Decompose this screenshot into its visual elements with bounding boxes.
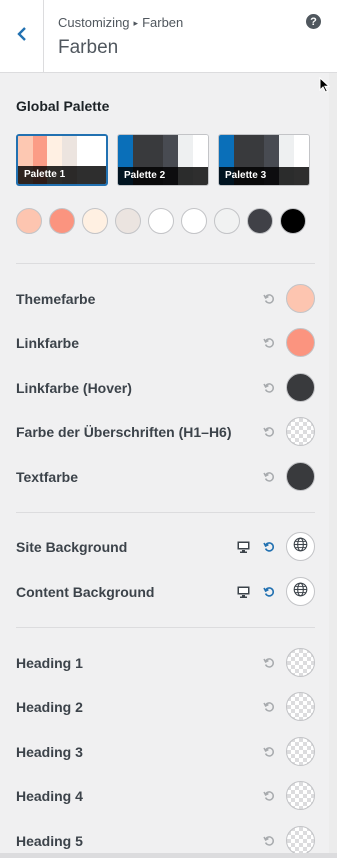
breadcrumb: Customizing ▸ Farben (58, 15, 183, 30)
palette-swatches (16, 208, 308, 235)
palette-swatch[interactable] (16, 208, 42, 234)
palette-swatch[interactable] (181, 208, 207, 234)
section-divider (16, 263, 315, 264)
palette-swatch[interactable] (214, 208, 240, 234)
color-picker-button[interactable] (286, 417, 315, 446)
color-label: Linkfarbe (16, 335, 80, 351)
reset-icon[interactable] (262, 656, 276, 670)
background-picker-button[interactable] (286, 577, 315, 606)
color-picker-button[interactable] (286, 692, 315, 721)
palette-label: Palette 2 (118, 167, 208, 185)
background-label: Content Background (16, 584, 155, 600)
background-label: Site Background (16, 539, 128, 555)
palette-options: Palette 1 Palette 2 Palette 3 (16, 134, 310, 186)
color-picker-button[interactable] (286, 328, 315, 357)
breadcrumb-current: Farben (142, 15, 184, 30)
section-divider (16, 627, 315, 628)
palette-option-2[interactable]: Palette 2 (117, 134, 209, 186)
heading-label: Heading 3 (16, 744, 83, 760)
back-button[interactable] (0, 0, 44, 73)
panel-title: Farben (58, 37, 119, 58)
global-palette-title: Global Palette (16, 98, 110, 114)
background-row-content: Content Background (0, 576, 337, 608)
scrollbar[interactable] (329, 73, 337, 858)
help-icon[interactable]: ? (306, 14, 321, 29)
color-picker-button[interactable] (286, 284, 315, 313)
globe-icon (293, 582, 308, 602)
mouse-cursor-icon (319, 76, 331, 98)
color-label: Themefarbe (16, 291, 96, 307)
background-picker-button[interactable] (286, 532, 315, 561)
breadcrumb-parent: Customizing (58, 15, 130, 30)
desktop-icon[interactable] (236, 585, 250, 599)
color-label: Linkfarbe (Hover) (16, 380, 132, 396)
reset-icon[interactable] (262, 336, 276, 350)
palette-swatch[interactable] (148, 208, 174, 234)
chevron-left-icon (16, 26, 28, 47)
color-picker-button[interactable] (286, 781, 315, 810)
palette-option-3[interactable]: Palette 3 (218, 134, 310, 186)
palette-swatch[interactable] (247, 208, 273, 234)
color-row-headings: Farbe der Überschriften (H1–H6) (0, 416, 337, 448)
reset-icon[interactable] (262, 470, 276, 484)
color-picker-button[interactable] (286, 373, 315, 402)
heading-label: Heading 4 (16, 788, 83, 804)
reset-icon[interactable] (262, 585, 276, 599)
palette-swatch[interactable] (115, 208, 141, 234)
heading-label: Heading 5 (16, 833, 83, 849)
color-picker-button[interactable] (286, 648, 315, 677)
background-row-site: Site Background (0, 531, 337, 563)
palette-option-1[interactable]: Palette 1 (16, 134, 108, 186)
reset-icon[interactable] (262, 834, 276, 848)
color-label: Textfarbe (16, 469, 78, 485)
reset-icon[interactable] (262, 700, 276, 714)
color-row-linkfarbe-hover: Linkfarbe (Hover) (0, 372, 337, 404)
footer-edge (0, 853, 337, 858)
color-row-textfarbe: Textfarbe (0, 461, 337, 493)
reset-icon[interactable] (262, 745, 276, 759)
heading-row-2: Heading 2 (0, 691, 337, 723)
desktop-icon[interactable] (236, 540, 250, 554)
palette-label: Palette 3 (219, 167, 309, 185)
heading-label: Heading 2 (16, 699, 83, 715)
reset-icon[interactable] (262, 789, 276, 803)
color-label: Farbe der Überschriften (H1–H6) (16, 424, 232, 440)
palette-swatch[interactable] (49, 208, 75, 234)
heading-label: Heading 1 (16, 655, 83, 671)
palette-swatch[interactable] (280, 208, 306, 234)
reset-icon[interactable] (262, 540, 276, 554)
color-row-linkfarbe: Linkfarbe (0, 327, 337, 359)
palette-label: Palette 1 (18, 166, 106, 184)
color-row-themefarbe: Themefarbe (0, 283, 337, 315)
color-picker-button[interactable] (286, 737, 315, 766)
heading-row-4: Heading 4 (0, 780, 337, 812)
reset-icon[interactable] (262, 425, 276, 439)
customizer-header: Customizing ▸ Farben Farben ? (0, 0, 337, 73)
heading-row-1: Heading 1 (0, 647, 337, 679)
breadcrumb-separator-icon: ▸ (133, 18, 139, 28)
palette-swatch[interactable] (82, 208, 108, 234)
color-picker-button[interactable] (286, 826, 315, 855)
heading-row-3: Heading 3 (0, 736, 337, 768)
section-divider (16, 512, 315, 513)
globe-icon (293, 537, 308, 557)
reset-icon[interactable] (262, 292, 276, 306)
reset-icon[interactable] (262, 381, 276, 395)
color-picker-button[interactable] (286, 462, 315, 491)
